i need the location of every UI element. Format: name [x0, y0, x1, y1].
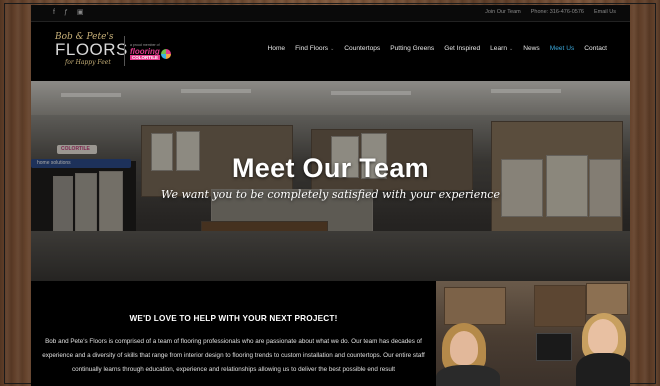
intro-body: Bob and Pete's Floors is comprised of a … [42, 338, 425, 373]
chevron-down-icon: ⌄ [330, 45, 335, 52]
team-photo [436, 281, 630, 386]
nav-label: Countertops [344, 45, 381, 52]
site-header: Bob & Pete's FLOORS for Happy Feet a pro… [31, 22, 630, 80]
main-nav: Home Find Floors ⌄ Countertops Putting Gr… [263, 45, 612, 52]
website: f ƒ ▣ Join Our Team Phone: 316-476-0576 … [31, 5, 630, 386]
nav-find-floors[interactable]: Find Floors ⌄ [290, 45, 339, 52]
social-links: f ƒ ▣ [53, 8, 83, 18]
site-logo[interactable]: Bob & Pete's FLOORS for Happy Feet [55, 32, 127, 70]
nav-label: Find Floors [295, 45, 329, 52]
top-links: Join Our Team Phone: 316-476-0576 Email … [485, 9, 616, 15]
facebook-icon[interactable]: f [53, 8, 55, 18]
hero-title: Meet Our Team [232, 153, 429, 183]
join-our-team-link[interactable]: Join Our Team [485, 9, 521, 15]
logo-line-3: for Happy Feet [65, 59, 111, 66]
intro-heading: WE'D LOVE TO HELP WITH YOUR NEXT PROJECT… [129, 314, 338, 323]
email-us-link[interactable]: Email Us [594, 9, 616, 15]
nav-label: Contact [584, 45, 607, 52]
photo-person-body [576, 353, 630, 386]
nav-home[interactable]: Home [263, 45, 291, 52]
nav-news[interactable]: News [518, 45, 545, 52]
photo-person-face [450, 331, 478, 365]
nav-meet-us[interactable]: Meet Us [545, 45, 580, 52]
phone-link[interactable]: Phone: 316-476-0576 [531, 9, 584, 15]
nav-learn[interactable]: Learn ⌄ [485, 45, 518, 52]
nav-label: Get Inspired [444, 45, 481, 52]
photo-shelf [444, 287, 506, 325]
partner-color-wheel-icon [161, 49, 171, 59]
chevron-down-icon: ⌄ [509, 45, 514, 52]
photo-person-body [436, 365, 500, 386]
nav-get-inspired[interactable]: Get Inspired [439, 45, 485, 52]
nav-label: Meet Us [549, 45, 575, 52]
logo-divider [124, 36, 125, 66]
foursquare-icon[interactable]: ƒ [64, 8, 68, 18]
logo-line-2: FLOORS [55, 40, 128, 59]
nav-contact[interactable]: Contact [579, 45, 612, 52]
intro-section: WE'D LOVE TO HELP WITH YOUR NEXT PROJECT… [31, 281, 436, 386]
hero-banner: COLORTILE home solutions Meet Our Team W… [31, 81, 630, 281]
photo-shelf [534, 285, 586, 327]
nav-label: Home [267, 45, 286, 52]
hero-subtitle: We want you to be completely satisfied w… [161, 188, 500, 201]
partner-logo: a proud member of flooring COLORTILE [130, 43, 178, 61]
photo-shelf [586, 283, 628, 315]
top-utility-bar: f ƒ ▣ Join Our Team Phone: 316-476-0576 … [31, 5, 630, 22]
nav-putting-greens[interactable]: Putting Greens [385, 45, 439, 52]
nav-label: News [523, 45, 540, 52]
nav-label: Putting Greens [390, 45, 435, 52]
photo-person-face [588, 319, 618, 355]
nav-countertops[interactable]: Countertops [339, 45, 385, 52]
photo-monitor [536, 333, 572, 361]
partner-brand: COLORTILE [130, 55, 160, 60]
instagram-icon[interactable]: ▣ [77, 8, 84, 18]
nav-label: Learn [490, 45, 507, 52]
